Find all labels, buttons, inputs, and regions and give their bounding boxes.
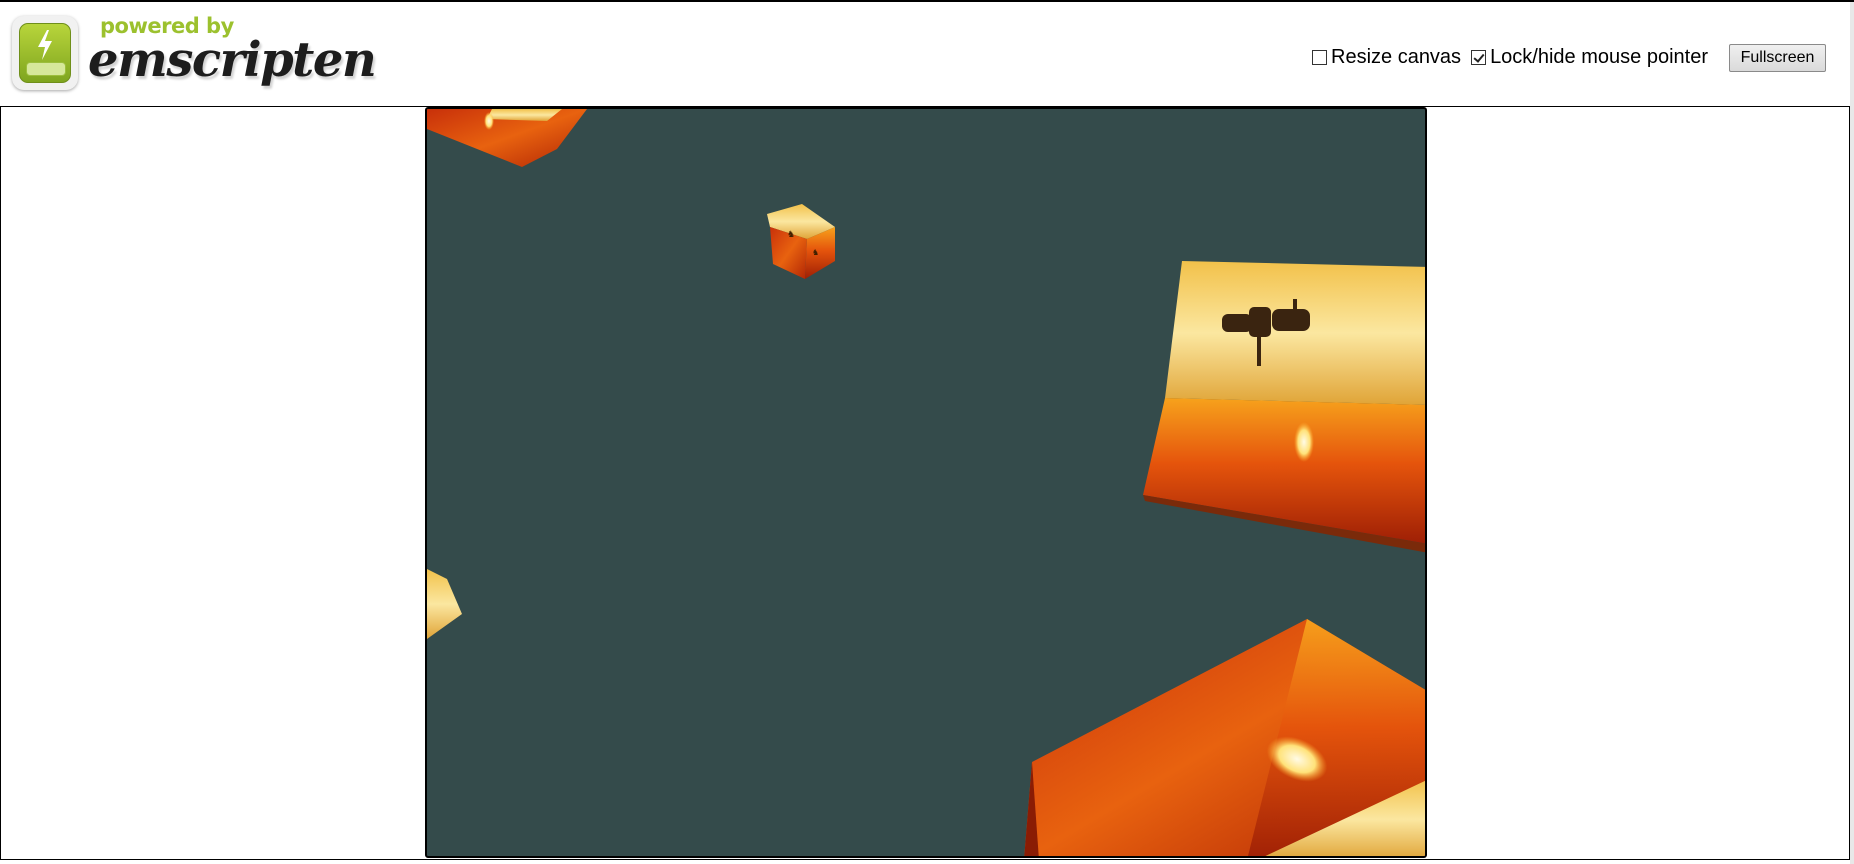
lock-pointer-checkbox[interactable] — [1471, 49, 1487, 65]
resize-canvas-label: Resize canvas — [1331, 45, 1462, 68]
cube-bottom-right — [1024, 619, 1425, 856]
page-scrollbar[interactable] — [1850, 2, 1854, 864]
svg-text:♞: ♞ — [787, 230, 795, 240]
webgl-canvas[interactable]: ♞ ♞ — [425, 107, 1427, 858]
cube-large-right — [1143, 261, 1425, 553]
page: powered by emscripten Resize canvas Lock… — [0, 0, 1854, 864]
svg-text:♞: ♞ — [812, 248, 819, 257]
resize-canvas-option[interactable]: Resize canvas — [1312, 46, 1461, 69]
canvas-controls: Resize canvas Lock/hide mouse pointer — [1312, 44, 1712, 70]
canvas-scene: ♞ ♞ — [427, 109, 1425, 856]
resize-canvas-checkbox[interactable] — [1312, 49, 1327, 65]
lock-pointer-option[interactable]: Lock/hide mouse pointer — [1471, 46, 1708, 69]
cube-small: ♞ ♞ — [767, 204, 835, 279]
header: powered by emscripten Resize canvas Lock… — [0, 4, 1854, 107]
lock-pointer-label: Lock/hide mouse pointer — [1490, 45, 1708, 68]
logo-wordmark: emscripten — [88, 32, 377, 88]
cube-left-edge — [427, 569, 462, 639]
fullscreen-button[interactable]: Fullscreen — [1729, 44, 1826, 72]
cube-top-left — [427, 109, 587, 167]
logo-badge — [12, 16, 78, 90]
lightning-bolt-icon — [38, 30, 52, 60]
emscripten-logo[interactable]: powered by emscripten — [12, 14, 377, 94]
